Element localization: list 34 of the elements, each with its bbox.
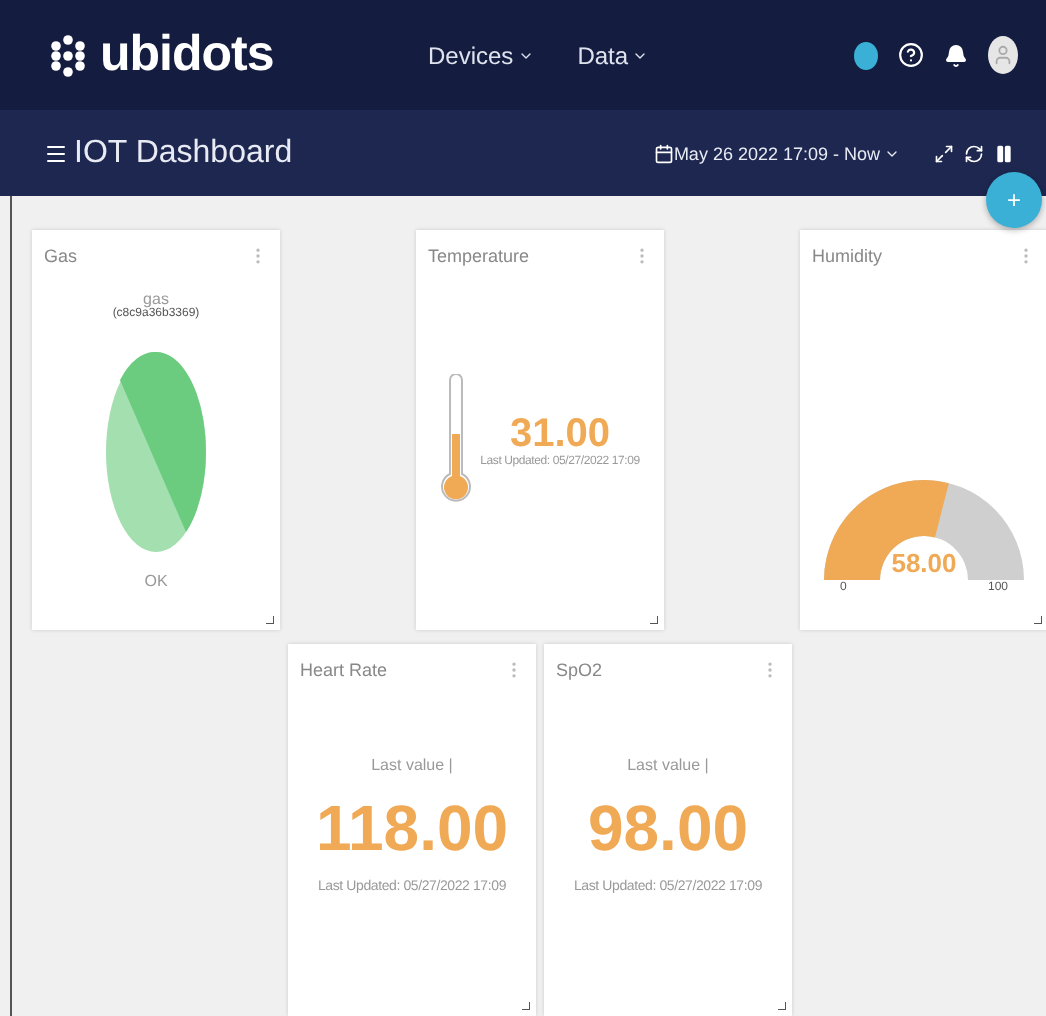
metric-value: 118.00 xyxy=(315,794,509,865)
widget-title: Heart Rate xyxy=(300,660,388,680)
logo-text: ubidots xyxy=(100,26,274,84)
status-indicator-button[interactable] xyxy=(854,41,878,69)
expand-icon[interactable] xyxy=(934,143,954,163)
widget-title: SpO2 xyxy=(556,660,603,680)
refresh-icon[interactable] xyxy=(964,143,984,163)
pause-icon[interactable] xyxy=(994,143,1014,163)
nav-menu[interactable]: Devices xyxy=(428,41,534,69)
user-avatar[interactable] xyxy=(988,36,1018,74)
humidity-value: 58.00 xyxy=(891,549,957,578)
notifications-icon[interactable] xyxy=(944,43,968,67)
resize-handle-icon[interactable] xyxy=(1034,616,1042,624)
menu-icon[interactable] xyxy=(44,141,68,165)
last-value-label: Last value | xyxy=(627,756,709,774)
metric-value: 98.00 xyxy=(587,794,749,865)
calendar-icon xyxy=(653,143,674,163)
widget-title: Gas xyxy=(44,246,78,266)
date-range-picker[interactable]: May 26 2022 17:09 - Now xyxy=(673,143,900,163)
thermometer-icon xyxy=(440,374,473,506)
resize-handle-icon[interactable] xyxy=(266,616,274,624)
temperature-value: 31.00 xyxy=(509,412,611,456)
widget-title: Humidity xyxy=(812,246,883,266)
last-value-label: Last value | xyxy=(371,756,453,774)
dashboard-title: IOT Dashboard xyxy=(74,135,295,171)
widget-title: Temperature xyxy=(428,246,530,266)
resize-handle-icon[interactable] xyxy=(650,616,658,624)
help-icon[interactable] xyxy=(898,42,924,68)
resize-handle-icon[interactable] xyxy=(778,1002,786,1010)
logo-dots-icon xyxy=(48,33,88,77)
resize-handle-icon[interactable] xyxy=(522,1002,530,1010)
variable-name: gas xyxy=(143,290,169,308)
status-label: OK xyxy=(144,572,168,590)
nav-menu[interactable]: Data xyxy=(577,41,649,69)
